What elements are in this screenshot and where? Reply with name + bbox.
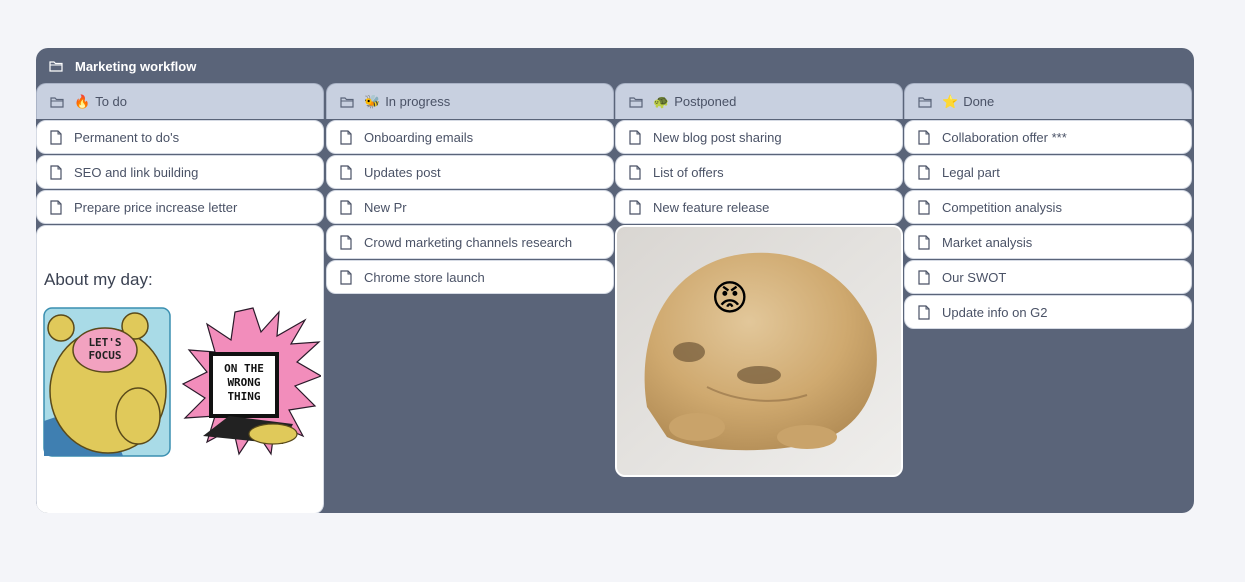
image-card[interactable]: 😡 [615, 225, 903, 477]
task-card-label: New Pr [364, 199, 407, 215]
task-card[interactable]: SEO and link building [36, 155, 324, 189]
document-icon [340, 164, 352, 180]
column-header-in-progress[interactable]: 🐝 In progress [326, 83, 614, 119]
task-card-label: New blog post sharing [653, 129, 782, 145]
task-card[interactable]: Updates post [326, 155, 614, 189]
column-header-done[interactable]: ⭐ Done [904, 83, 1192, 119]
star-icon: ⭐ [942, 94, 959, 109]
task-card-label: Competition analysis [942, 199, 1062, 215]
document-icon [50, 199, 62, 215]
task-card-label: Onboarding emails [364, 129, 474, 145]
board: Marketing workflow 🔥 To do Permanent to … [36, 48, 1194, 513]
image-text: ON THE [224, 362, 264, 375]
board-title: Marketing workflow [75, 58, 197, 74]
task-card[interactable]: Onboarding emails [326, 120, 614, 154]
document-icon [918, 234, 930, 250]
document-icon [340, 234, 352, 250]
document-icon [918, 269, 930, 285]
document-icon [918, 304, 930, 320]
note-title: About my day: [44, 270, 153, 289]
column-done: ⭐ Done Collaboration offer *** Legal par… [904, 83, 1192, 329]
task-card-label: Chrome store launch [364, 269, 485, 285]
task-card-label: Prepare price increase letter [74, 199, 238, 215]
task-card-label: SEO and link building [74, 164, 199, 180]
column-title: In progress [385, 94, 451, 109]
task-card-label: Market analysis [942, 234, 1033, 250]
task-card[interactable]: Collaboration offer *** [904, 120, 1192, 154]
column-title: Done [963, 94, 995, 109]
image-text: FOCUS [88, 349, 121, 362]
document-icon [340, 269, 352, 285]
task-card[interactable]: Legal part [904, 155, 1192, 189]
document-icon [918, 164, 930, 180]
task-card-label: Our SWOT [942, 269, 1007, 285]
document-icon [629, 129, 641, 145]
column-title: To do [95, 94, 127, 109]
task-card[interactable]: List of offers [615, 155, 903, 189]
document-icon [918, 129, 930, 145]
image-text: LET'S [88, 336, 121, 349]
task-card[interactable]: Crowd marketing channels research [326, 225, 614, 259]
column-todo: 🔥 To do Permanent to do's SEO and link b… [36, 83, 324, 513]
image-text: THING [227, 390, 260, 403]
document-icon [50, 164, 62, 180]
task-card[interactable]: New feature release [615, 190, 903, 224]
document-icon [629, 164, 641, 180]
folder-icon [49, 61, 63, 72]
task-card[interactable]: Permanent to do's [36, 120, 324, 154]
task-card[interactable]: Our SWOT [904, 260, 1192, 294]
document-icon [50, 129, 62, 145]
task-card-label: Permanent to do's [74, 129, 180, 145]
task-card-label: Collaboration offer *** [942, 129, 1067, 145]
document-icon [918, 199, 930, 215]
task-card-label: Crowd marketing channels research [364, 234, 573, 250]
task-card[interactable]: Update info on G2 [904, 295, 1192, 329]
column-header-todo[interactable]: 🔥 To do [36, 83, 324, 119]
task-card[interactable]: Competition analysis [904, 190, 1192, 224]
task-card-label: Updates post [364, 164, 441, 180]
focus-wrong-thing-illustration: LET'S FOCUS ON THE WRONG THING [43, 307, 321, 457]
column-header-postponed[interactable]: 🐢 Postponed [615, 83, 903, 119]
frog-photo [617, 227, 901, 475]
folder-icon [629, 96, 643, 108]
folder-icon [340, 96, 354, 108]
task-card-label: Update info on G2 [942, 304, 1048, 320]
column-postponed: 🐢 Postponed New blog post sharing List o… [615, 83, 903, 477]
task-card[interactable]: Chrome store launch [326, 260, 614, 294]
task-card[interactable]: Prepare price increase letter [36, 190, 324, 224]
document-icon [340, 129, 352, 145]
task-card[interactable]: Market analysis [904, 225, 1192, 259]
board-header[interactable]: Marketing workflow [36, 48, 1194, 84]
bee-icon: 🐝 [364, 94, 381, 109]
folder-icon [50, 96, 64, 108]
fire-icon: 🔥 [74, 94, 91, 109]
column-title: Postponed [674, 94, 737, 109]
document-icon [629, 199, 641, 215]
angry-face-icon: 😡 [711, 277, 749, 318]
task-card-label: List of offers [653, 164, 724, 180]
task-card-label: Legal part [942, 164, 1000, 180]
turtle-icon: 🐢 [653, 94, 670, 109]
note-card[interactable]: About my day: LET'S FOCUS ON THE WRONG T… [36, 225, 324, 513]
image-text: WRONG [227, 376, 260, 389]
column-in-progress: 🐝 In progress Onboarding emails Updates … [326, 83, 614, 294]
task-card[interactable]: New blog post sharing [615, 120, 903, 154]
document-icon [340, 199, 352, 215]
folder-icon [918, 96, 932, 108]
task-card[interactable]: New Pr [326, 190, 614, 224]
task-card-label: New feature release [653, 199, 770, 215]
